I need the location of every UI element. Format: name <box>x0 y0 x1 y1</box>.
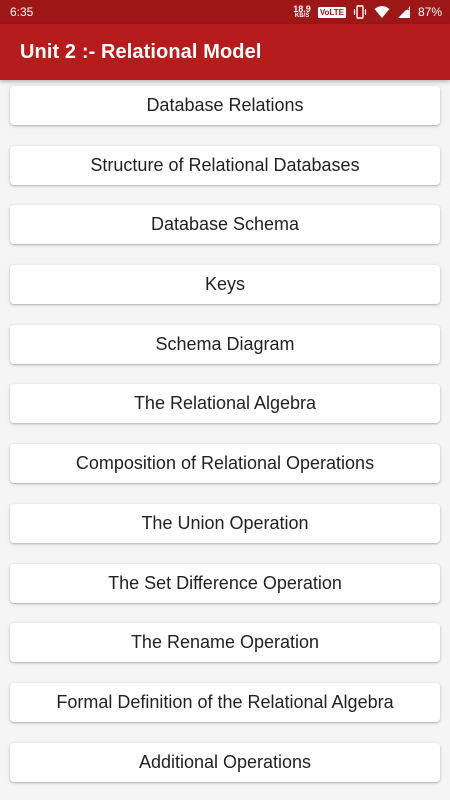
topic-union-operation[interactable]: The Union Operation <box>10 503 440 543</box>
topic-set-difference-operation[interactable]: The Set Difference Operation <box>10 563 440 603</box>
network-speed-unit: KB/S <box>294 12 310 19</box>
topic-formal-definition-relational-algebra[interactable]: Formal Definition of the Relational Alge… <box>10 682 440 722</box>
status-time: 6:35 <box>10 5 34 19</box>
page-title: Unit 2 :- Relational Model <box>20 40 262 63</box>
battery-percent: 87% <box>417 5 442 19</box>
topic-additional-operations[interactable]: Additional Operations <box>10 742 440 782</box>
network-speed-value: 18.9 <box>293 3 311 14</box>
topic-rename-operation[interactable]: The Rename Operation <box>10 623 440 663</box>
app-bar: Unit 2 :- Relational Model <box>0 24 450 80</box>
topic-database-relations[interactable]: Database Relations <box>10 86 440 125</box>
vibrate-icon <box>353 5 367 19</box>
topic-composition-of-relational-operations[interactable]: Composition of Relational Operations <box>10 444 440 484</box>
status-icons: 18.9 KB/S VoLTE 87% <box>293 3 442 20</box>
topic-keys[interactable]: Keys <box>10 265 440 305</box>
topic-relational-algebra[interactable]: The Relational Algebra <box>10 384 440 424</box>
cellular-signal-icon <box>397 5 411 19</box>
wifi-icon <box>374 5 390 19</box>
network-speed-indicator: 18.9 KB/S <box>293 3 311 20</box>
status-bar: 6:35 18.9 KB/S VoLTE 87% <box>0 0 450 24</box>
volte-badge: VoLTE <box>317 6 346 18</box>
topic-structure-of-relational-databases[interactable]: Structure of Relational Databases <box>10 145 440 185</box>
topic-database-schema[interactable]: Database Schema <box>10 205 440 245</box>
topic-schema-diagram[interactable]: Schema Diagram <box>10 324 440 364</box>
topic-list: Database Relations Structure of Relation… <box>10 86 440 800</box>
